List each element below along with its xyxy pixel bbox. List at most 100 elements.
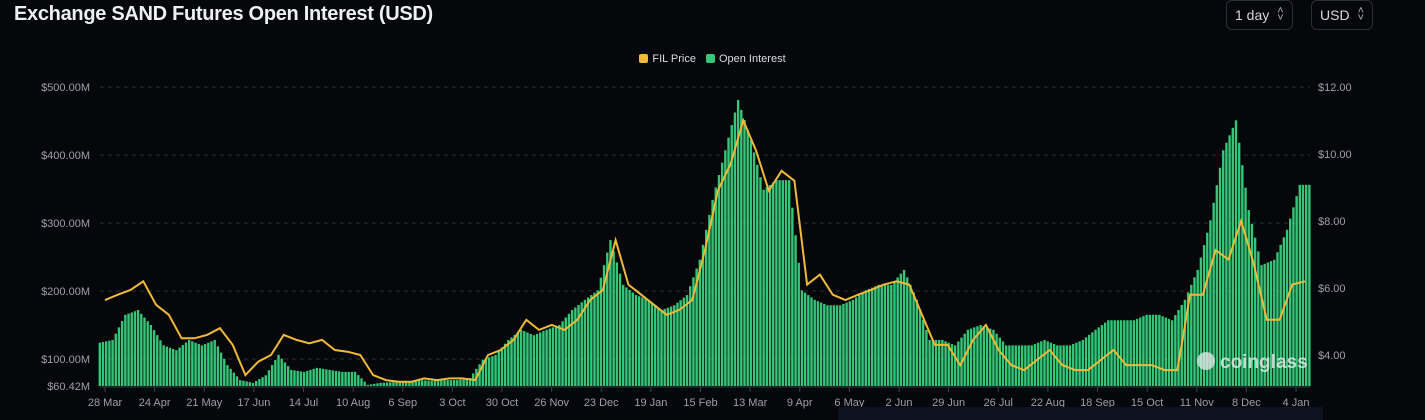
open-interest-bar xyxy=(143,317,146,386)
open-interest-bar xyxy=(925,329,928,386)
open-interest-bar xyxy=(708,214,711,386)
open-interest-bar xyxy=(1308,184,1311,386)
open-interest-bar xyxy=(845,302,848,386)
open-interest-bar xyxy=(803,292,807,386)
x-tick-label: 24 Apr xyxy=(139,397,171,409)
open-interest-bar xyxy=(870,287,874,386)
open-interest-bar xyxy=(861,292,864,386)
open-interest-bar xyxy=(823,303,826,386)
open-interest-bar xyxy=(1170,320,1174,386)
open-interest-bar xyxy=(261,377,264,386)
open-interest-bar xyxy=(1161,316,1164,386)
open-interest-bar xyxy=(775,180,778,386)
open-interest-bar xyxy=(235,376,239,386)
open-interest-bar xyxy=(1129,320,1132,386)
open-interest-bar xyxy=(1094,329,1097,386)
open-interest-bar xyxy=(328,369,331,386)
open-interest-bar xyxy=(101,342,105,386)
open-interest-bar xyxy=(146,321,149,386)
open-interest-bar xyxy=(759,177,762,386)
open-interest-bar xyxy=(290,369,293,386)
open-interest-bar xyxy=(494,354,497,386)
open-interest-bar xyxy=(842,303,845,386)
open-interest-bar xyxy=(740,109,743,386)
open-interest-bar xyxy=(666,307,670,386)
open-interest-bar xyxy=(829,305,832,386)
open-interest-bar xyxy=(369,384,373,386)
open-interest-bar xyxy=(363,381,366,386)
open-interest-bar xyxy=(373,383,376,386)
open-interest-bar xyxy=(1103,322,1107,386)
open-interest-bar xyxy=(197,344,200,386)
open-interest-bar xyxy=(915,299,919,386)
open-interest-bar xyxy=(701,244,705,386)
open-interest-bar xyxy=(909,284,912,386)
open-interest-bar xyxy=(306,370,309,386)
open-interest-bar xyxy=(283,362,287,386)
open-interest-bar xyxy=(848,301,852,386)
open-interest-bar xyxy=(1100,325,1104,386)
y-left-tick-label: $500.00M xyxy=(41,82,90,94)
open-interest-bar xyxy=(1225,142,1228,386)
open-interest-bar xyxy=(1081,339,1084,386)
open-interest-bar xyxy=(1139,317,1142,386)
open-interest-bar xyxy=(979,325,982,386)
open-interest-bar xyxy=(312,368,315,386)
open-interest-bar xyxy=(625,287,628,386)
open-interest-bar xyxy=(749,140,753,386)
open-interest-bar xyxy=(944,341,947,386)
open-interest-bar xyxy=(270,365,274,386)
open-interest-bar xyxy=(229,368,232,386)
y-right-tick-label: $10.00 xyxy=(1318,149,1352,161)
open-interest-bar xyxy=(787,180,791,386)
open-interest-bar xyxy=(772,182,775,386)
open-interest-bar xyxy=(698,259,702,386)
open-interest-bar xyxy=(545,329,548,386)
open-interest-bar xyxy=(105,341,108,386)
open-interest-bar xyxy=(172,348,175,386)
open-interest-bar xyxy=(1087,334,1091,386)
open-interest-bar xyxy=(886,284,890,386)
open-interest-bar xyxy=(1036,342,1040,386)
open-interest-bar xyxy=(660,310,663,386)
open-interest-bar xyxy=(937,339,941,386)
open-interest-bar xyxy=(874,286,877,386)
open-interest-bar xyxy=(1001,341,1005,386)
open-interest-bar xyxy=(449,380,453,386)
open-interest-bar xyxy=(1231,127,1234,387)
open-interest-bar xyxy=(337,371,341,386)
open-interest-bar xyxy=(245,381,248,386)
chart-range-scrollbar[interactable] xyxy=(838,407,1323,420)
open-interest-bar xyxy=(657,307,660,386)
x-tick-label: 13 Mar xyxy=(733,397,768,409)
open-interest-bar xyxy=(117,327,121,386)
open-interest-bar xyxy=(813,299,816,386)
open-interest-bar xyxy=(156,335,159,386)
open-interest-bar xyxy=(650,302,654,386)
open-interest-bar xyxy=(503,343,507,386)
open-interest-bar xyxy=(615,262,619,386)
open-interest-bar xyxy=(934,339,938,386)
open-interest-bar xyxy=(334,370,338,386)
open-interest-bar xyxy=(1017,345,1021,386)
y-right-tick-label: $8.00 xyxy=(1318,216,1346,228)
open-interest-bar xyxy=(296,370,299,386)
open-interest-bar xyxy=(618,273,622,386)
open-interest-bar xyxy=(420,380,424,386)
open-interest-bar xyxy=(302,371,306,386)
open-interest-bar xyxy=(880,284,883,386)
open-interest-bar xyxy=(995,333,998,386)
open-interest-bar xyxy=(513,334,516,386)
open-interest-bar xyxy=(781,180,784,386)
open-interest-bar xyxy=(1193,277,1196,386)
open-interest-bar xyxy=(561,321,564,386)
x-tick-label: 14 Jul xyxy=(289,397,318,409)
open-interest-bar xyxy=(191,341,194,386)
open-interest-bar xyxy=(203,344,207,386)
open-interest-bar xyxy=(1119,320,1123,386)
y-left-tick-label: $100.00M xyxy=(41,354,90,366)
open-interest-bar xyxy=(673,305,676,386)
open-interest-bar xyxy=(634,295,638,386)
open-interest-bar xyxy=(497,351,500,386)
open-interest-bar xyxy=(299,371,303,386)
